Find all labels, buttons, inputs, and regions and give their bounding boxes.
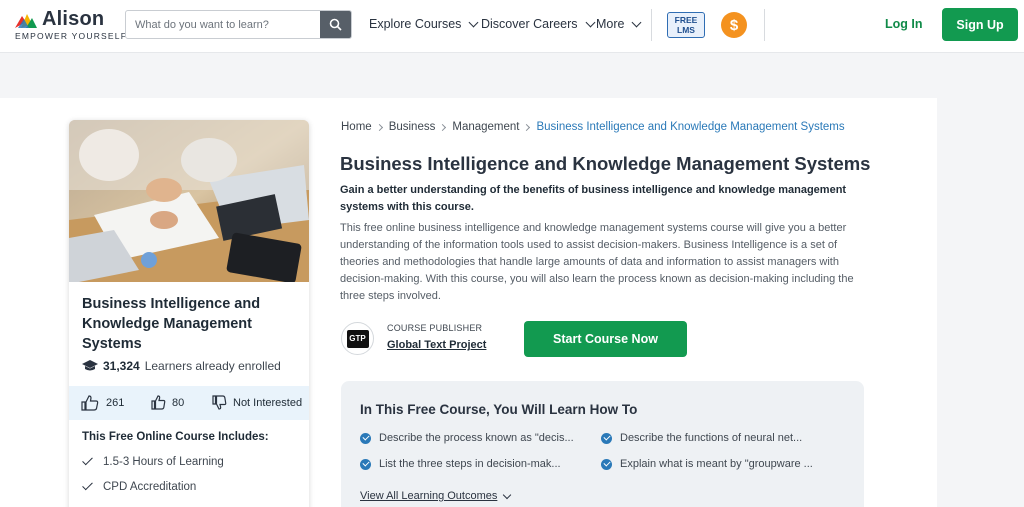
- course-image: [69, 120, 309, 282]
- start-course-button[interactable]: Start Course Now: [524, 321, 687, 357]
- login-link[interactable]: Log In: [885, 17, 923, 31]
- search-button[interactable]: [320, 11, 351, 38]
- breadcrumb: Home Business Management Business Intell…: [341, 121, 845, 133]
- nav-discover-careers[interactable]: Discover Careers: [481, 17, 596, 31]
- outcome-item: Explain what is meant by "groupware ...: [601, 458, 813, 470]
- check-circle-icon: [601, 432, 612, 444]
- check-icon: [82, 479, 93, 491]
- include-item-label: 1.5-3 Hours of Learning: [103, 456, 224, 468]
- include-item: 1.5-3 Hours of Learning: [82, 454, 224, 468]
- outcome-text: List the three steps in decision-mak...: [379, 458, 561, 470]
- signup-button[interactable]: Sign Up: [942, 8, 1018, 41]
- dollar-coin-icon[interactable]: $: [721, 12, 747, 38]
- upvote-button[interactable]: 80: [151, 395, 184, 410]
- page-title: Business Intelligence and Knowledge Mana…: [340, 153, 871, 174]
- divider: [764, 9, 765, 41]
- chevron-right-icon: [375, 123, 383, 131]
- logo-tagline: EMPOWER YOURSELF: [15, 31, 128, 41]
- include-item-label: CPD Accreditation: [103, 481, 197, 493]
- alison-logo-icon: [15, 14, 37, 28]
- search-input[interactable]: [126, 11, 321, 38]
- publisher-label: COURSE PUBLISHER: [387, 323, 483, 333]
- check-circle-icon: [601, 458, 612, 470]
- course-card: Business Intelligence and Knowledge Mana…: [69, 120, 309, 507]
- nav-explore-courses-label: Explore Courses: [369, 17, 462, 31]
- upvote-count: 80: [172, 396, 185, 409]
- thumbs-up-icon: [81, 395, 99, 411]
- graduation-cap-icon: [82, 360, 98, 371]
- outcome-text: Describe the process known as "decis...: [379, 432, 574, 444]
- chevron-right-icon: [439, 123, 447, 131]
- breadcrumb-business[interactable]: Business: [389, 121, 436, 133]
- learning-outcomes-box: In This Free Course, You Will Learn How …: [341, 381, 864, 507]
- likes-count: 261: [106, 397, 125, 409]
- logo-name: Alison: [42, 8, 105, 30]
- not-interested-label: Not Interested: [233, 396, 303, 409]
- alison-logo[interactable]: Alison EMPOWER YOURSELF: [15, 8, 126, 42]
- thumbs-down-icon: [212, 395, 227, 410]
- outcome-text: Describe the functions of neural net...: [620, 432, 803, 444]
- course-card-title: Business Intelligence and Knowledge Mana…: [82, 296, 261, 352]
- learners-enrolled: 31,324 Learners already enrolled: [82, 359, 281, 373]
- search-bar: [125, 10, 352, 39]
- include-item: CPD Accreditation: [82, 479, 197, 493]
- outcome-item: Describe the process known as "decis...: [360, 432, 574, 444]
- search-icon: [329, 18, 342, 31]
- free-lms-line1: FREE: [674, 15, 698, 25]
- nav-more-label: More: [596, 17, 625, 31]
- outcome-item: List the three steps in decision-mak...: [360, 458, 561, 470]
- publisher-name-link[interactable]: Global Text Project: [387, 339, 486, 351]
- learners-count: 31,324: [103, 359, 140, 373]
- breadcrumb-current[interactable]: Business Intelligence and Knowledge Mana…: [536, 121, 844, 133]
- view-all-label: View All Learning Outcomes: [360, 490, 498, 502]
- free-lms-badge[interactable]: FREE LMS: [667, 12, 705, 38]
- outcome-item: Describe the functions of neural net...: [601, 432, 802, 444]
- course-subtitle: Gain a better understanding of the benef…: [340, 184, 847, 213]
- check-circle-icon: [360, 458, 371, 470]
- chevron-down-icon: [468, 17, 479, 27]
- outcome-text: Explain what is meant by "groupware ...: [620, 458, 813, 470]
- check-circle-icon: [360, 432, 371, 444]
- learners-label: Learners already enrolled: [144, 359, 281, 373]
- check-icon: [82, 454, 93, 466]
- course-stats-bar: 261 80 Not Interested: [69, 386, 309, 420]
- chevron-down-icon: [585, 17, 596, 27]
- breadcrumb-management[interactable]: Management: [452, 121, 519, 133]
- course-description: This free online business intelligence a…: [340, 222, 854, 302]
- breadcrumb-home[interactable]: Home: [341, 121, 372, 133]
- divider: [651, 9, 652, 41]
- view-all-outcomes-link[interactable]: View All Learning Outcomes: [360, 490, 512, 502]
- free-lms-line2: LMS: [677, 25, 695, 35]
- learning-outcomes-title: In This Free Course, You Will Learn How …: [360, 402, 638, 417]
- nav-explore-courses[interactable]: Explore Courses: [369, 17, 479, 31]
- chevron-right-icon: [523, 123, 531, 131]
- publisher-logo-text: GTP: [346, 329, 369, 348]
- publisher-logo[interactable]: GTP: [341, 322, 374, 355]
- thumbs-up-icon: [151, 395, 166, 410]
- nav-discover-careers-label: Discover Careers: [481, 17, 578, 31]
- not-interested-button[interactable]: Not Interested: [212, 395, 302, 410]
- chevron-down-icon: [632, 17, 642, 27]
- includes-title: This Free Online Course Includes:: [82, 431, 269, 443]
- chevron-down-icon: [503, 490, 512, 499]
- likes-button[interactable]: 261: [81, 395, 124, 411]
- nav-more[interactable]: More: [596, 17, 642, 31]
- top-navigation-bar: Alison EMPOWER YOURSELF Explore Courses …: [0, 0, 1024, 53]
